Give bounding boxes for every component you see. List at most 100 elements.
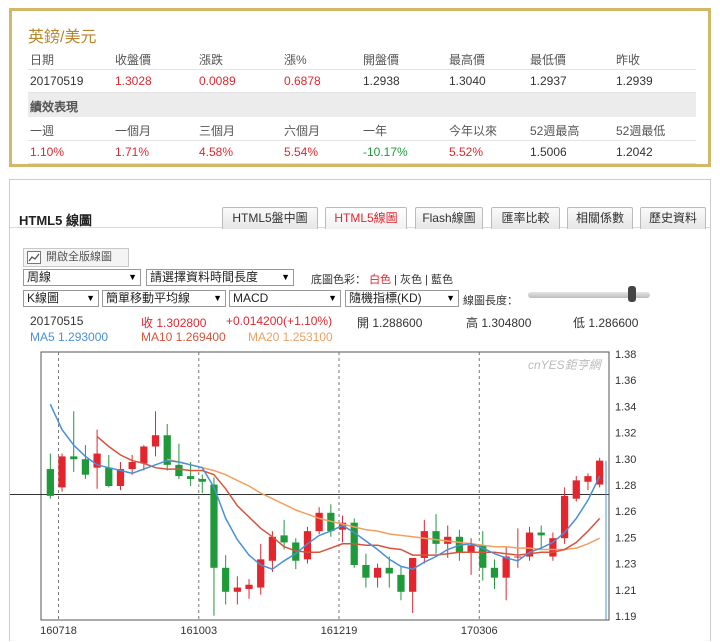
info-high: 高 1.304800: [466, 316, 532, 330]
info-ma20: MA20 1.253100: [248, 330, 333, 344]
candle-body: [186, 476, 195, 479]
perf-value-3month: 4.58%: [199, 145, 234, 159]
chart-length-slider-handle[interactable]: [627, 286, 636, 302]
performance-header-row: 一週 一個月 三個月 六個月 一年 今年以來 52週最高 52週最低: [28, 118, 696, 141]
bg-color-label: 底圖色彩：: [311, 274, 366, 286]
period-select-value: 周線: [27, 270, 52, 284]
open-fullscreen-label: 開啟全版線圖: [46, 251, 112, 263]
perf-value-week: 1.10%: [30, 145, 65, 159]
bg-gray-option[interactable]: 灰色: [400, 274, 422, 286]
y-tick-label: 1.25: [615, 532, 636, 544]
info-change: +0.014200(+1.10%): [226, 314, 333, 328]
candle-body: [70, 456, 78, 460]
chart-header: HTML5 線圖 HTML5盤中圖 HTML5線圖 Flash線圖 匯率比較 相…: [10, 180, 710, 229]
chart-type-select-value: K線圖: [27, 291, 60, 305]
watermark: cnYES鉅亨網: [528, 358, 603, 372]
perf-header-6month: 六個月: [284, 124, 321, 138]
value-close: 1.3028: [115, 74, 152, 88]
candle-body: [397, 574, 405, 592]
candle-body: [409, 557, 417, 592]
separator: |: [394, 274, 397, 286]
chart-icon: [27, 251, 41, 264]
candle-body: [385, 567, 393, 574]
perf-header-week: 一週: [30, 124, 55, 138]
indicator-select[interactable]: MACD ▼: [229, 290, 341, 307]
period-select[interactable]: 周線 ▼: [23, 269, 141, 286]
perf-value-month: 1.71%: [115, 145, 150, 159]
candle-body: [245, 584, 253, 589]
y-tick-label: 1.32: [615, 428, 636, 440]
value-prev-close: 1.2939: [616, 74, 653, 88]
perf-value-52w-high: 1.5006: [530, 145, 567, 159]
performance-title: 績效表現: [28, 93, 696, 117]
candle-body: [81, 459, 90, 475]
x-tick-label: 161219: [321, 625, 358, 637]
chevron-down-icon: ▼: [281, 272, 290, 282]
candle-body: [233, 587, 241, 592]
x-tick-label: 160718: [40, 625, 77, 637]
quote-box: 英鎊/美元 日期 收盤價 漲跌 漲% 開盤價 最高價 最低價 昨收 201705…: [9, 8, 711, 167]
plot-area: [40, 351, 610, 621]
chart-length-label: 線圖長度：: [463, 295, 518, 307]
chevron-down-icon: ▼: [86, 293, 95, 303]
value-change-pct: 0.6878: [284, 74, 321, 88]
quote-value-row: 20170519 1.3028 0.0089 0.6878 1.2938 1.3…: [28, 70, 696, 93]
tab-html5-chart[interactable]: HTML5線圖: [325, 207, 407, 229]
bg-color-controls: 底圖色彩： 白色 | 灰色 | 藍色: [311, 271, 453, 287]
perf-header-year: 一年: [363, 124, 388, 138]
tab-correlation[interactable]: 相關係數: [567, 207, 633, 229]
open-fullscreen-chart-button[interactable]: 開啟全版線圖: [23, 248, 129, 267]
candle-body: [280, 535, 288, 543]
candle-body: [151, 435, 160, 447]
bg-white-option[interactable]: 白色: [369, 274, 391, 286]
perf-header-52w-low: 52週最低: [616, 124, 666, 138]
info-date: 20170515: [30, 314, 84, 328]
candle-body: [58, 456, 66, 488]
candle-body: [502, 556, 510, 578]
tab-flash-chart[interactable]: Flash線圖: [415, 207, 483, 229]
candle-body: [572, 480, 580, 499]
value-change: 0.0089: [199, 74, 236, 88]
chart-type-select[interactable]: K線圖 ▼: [23, 290, 99, 307]
candle-body: [584, 476, 592, 482]
info-open: 開 1.288600: [357, 316, 423, 330]
candle-body: [268, 536, 277, 561]
tab-fx-compare[interactable]: 匯率比較: [491, 207, 560, 229]
perf-header-52w-high: 52週最高: [530, 124, 580, 138]
indicator-select-value: MACD: [233, 291, 269, 305]
info-low: 低 1.286600: [573, 316, 639, 330]
indicator2-select[interactable]: 隨機指標(KD) ▼: [345, 290, 459, 307]
header-close: 收盤價: [115, 53, 152, 67]
candle-body: [140, 446, 148, 464]
x-tick-label: 161003: [180, 625, 217, 637]
candlestick-chart[interactable]: 160718 161003 161219 170306 1.38 1.36 1.34 1.32…: [10, 346, 710, 642]
chevron-down-icon: ▼: [446, 293, 455, 303]
y-tick-label: 1.36: [615, 375, 636, 387]
candle-body: [128, 462, 136, 470]
chart-panel: HTML5 線圖 HTML5盤中圖 HTML5線圖 Flash線圖 匯率比較 相…: [9, 179, 711, 641]
x-tick-label: 170306: [461, 625, 498, 637]
header-change: 漲跌: [199, 53, 224, 67]
bg-blue-option[interactable]: 藍色: [431, 274, 453, 286]
info-close: 收 1.302800: [141, 316, 207, 330]
value-high: 1.3040: [449, 74, 486, 88]
candle-body: [362, 564, 370, 578]
chart-panel-title: HTML5 線圖: [19, 213, 92, 228]
tab-history[interactable]: 歷史資料: [640, 207, 706, 229]
candle-body: [432, 531, 440, 544]
quote-title: 英鎊/美元: [28, 29, 97, 46]
candle-body: [373, 567, 382, 578]
ma-select-value: 簡單移動平均線: [106, 291, 191, 305]
info-ma10: MA10 1.269400: [141, 330, 226, 344]
y-tick-label: 1.38: [615, 349, 636, 361]
candle-body: [514, 556, 522, 558]
y-tick-label: 1.23: [615, 559, 636, 571]
ma-select[interactable]: 簡單移動平均線 ▼: [102, 290, 226, 307]
tab-html5-intraday[interactable]: HTML5盤中圖: [222, 207, 318, 229]
perf-header-ytd: 今年以來: [449, 124, 498, 138]
chevron-down-icon: ▼: [328, 293, 337, 303]
range-select[interactable]: 請選擇資料時間長度 ▼: [146, 269, 294, 286]
candle-body: [198, 478, 206, 482]
perf-value-6month: 5.54%: [284, 145, 319, 159]
y-tick-label: 1.19: [615, 611, 636, 623]
